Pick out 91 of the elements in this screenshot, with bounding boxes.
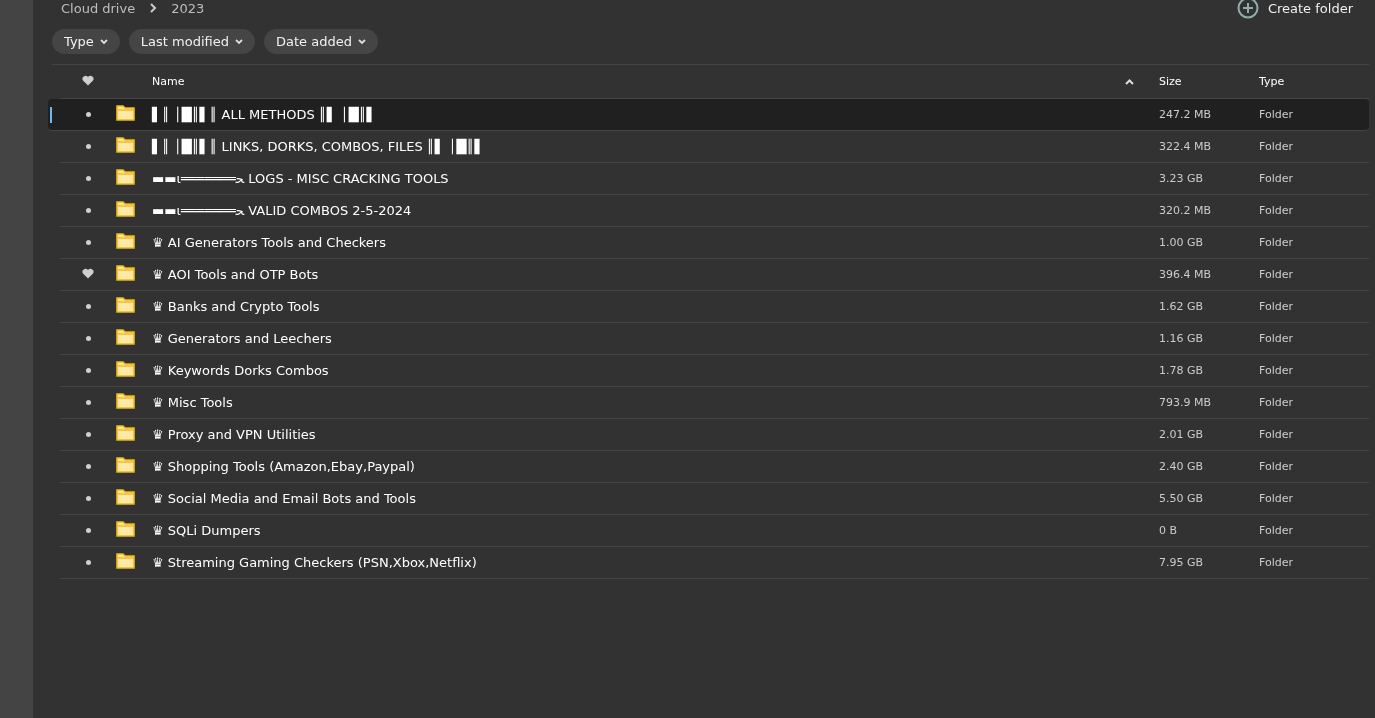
file-type: Folder	[1259, 492, 1294, 505]
file-size: 7.95 GB	[1159, 556, 1205, 569]
dot-icon[interactable]	[85, 560, 91, 565]
filter-dropdown[interactable]: Type	[52, 29, 120, 54]
folder-name[interactable]: ▬▬ι═══════ﺤ LOGS - MISC CRACKING TOOLS	[152, 171, 1125, 186]
folder-icon	[116, 393, 135, 409]
file-size: 2.01 GB	[1159, 428, 1205, 441]
breadcrumb-link[interactable]: 2023	[171, 0, 205, 16]
folder-name[interactable]: ♛ Misc Tools	[152, 395, 1125, 410]
file-type: Folder	[1259, 204, 1294, 217]
folder-name[interactable]: ▬▬ι═══════ﺤ VALID COMBOS 2-5-2024	[152, 203, 1125, 218]
folder-icon	[116, 233, 135, 249]
column-header[interactable]: Type	[1259, 75, 1369, 88]
file-type: Folder	[1259, 524, 1294, 537]
file-size: 793.9 MB	[1159, 396, 1213, 409]
file-type: Folder	[1259, 236, 1294, 249]
folder-name[interactable]: ▌║ │█║▌║ LINKS, DORKS, COMBOS, FILES ║▌ │█║▌	[152, 139, 1125, 154]
create-folder-button[interactable]: Create folder	[1236, 0, 1353, 19]
dot-icon[interactable]	[85, 304, 91, 309]
file-type: Folder	[1259, 428, 1294, 441]
caret-icon	[99, 38, 108, 45]
dot-icon[interactable]	[85, 528, 91, 533]
sort-caret-icon	[1125, 78, 1134, 85]
file-type: Folder	[1259, 460, 1294, 473]
folder-icon	[116, 425, 135, 441]
dot-icon[interactable]	[85, 112, 91, 117]
file-type: Folder	[1259, 108, 1294, 121]
folder-icon	[116, 265, 135, 281]
file-size: 1.00 GB	[1159, 236, 1205, 249]
dot-icon[interactable]	[85, 240, 91, 245]
caret-icon	[235, 38, 243, 45]
folder-name[interactable]: ♛ Banks and Crypto Tools	[152, 299, 1125, 314]
dot-icon[interactable]	[85, 400, 91, 405]
file-type: Folder	[1259, 332, 1294, 345]
folder-name[interactable]: ▌║ │█║▌║ ALL METHODS ║▌ │█║▌	[152, 107, 1125, 122]
folder-icon	[116, 169, 135, 185]
folder-icon	[116, 329, 135, 345]
folder-icon	[116, 489, 135, 505]
column-header[interactable]: Size	[1159, 75, 1259, 88]
folder-icon	[116, 137, 135, 153]
folder-icon	[116, 521, 135, 537]
dot-icon[interactable]	[85, 432, 91, 437]
breadcrumb-link[interactable]: Cloud drive	[61, 0, 136, 16]
file-size: 1.78 GB	[1159, 364, 1205, 377]
folder-name[interactable]: ♛ AOI Tools and OTP Bots	[152, 267, 1125, 282]
filter-dropdown[interactable]: Date added	[264, 29, 378, 54]
filter-dropdown[interactable]: Last modified	[128, 29, 255, 54]
file-size: 0 B	[1159, 524, 1179, 537]
folder-name[interactable]: ♛ SQLi Dumpers	[152, 523, 1125, 538]
file-size: 322.4 MB	[1159, 140, 1213, 153]
file-size: 5.50 GB	[1159, 492, 1205, 505]
caret-icon	[357, 38, 366, 45]
dot-icon[interactable]	[85, 464, 91, 469]
folder-name[interactable]: ♛ Social Media and Email Bots and Tools	[152, 491, 1125, 506]
file-type: Folder	[1259, 364, 1294, 377]
heart-icon[interactable]	[82, 267, 94, 279]
folder-name[interactable]: ♛ Proxy and VPN Utilities	[152, 427, 1125, 442]
folder-name[interactable]: ♛ Shopping Tools (Amazon,Ebay,Paypal)	[152, 459, 1125, 474]
folder-name[interactable]: ♛ Generators and Leechers	[152, 331, 1125, 346]
file-size: 320.2 MB	[1159, 204, 1213, 217]
folder-icon	[116, 105, 135, 121]
folder-icon	[116, 361, 135, 377]
file-size: 247.2 MB	[1159, 108, 1213, 121]
file-type: Folder	[1259, 268, 1294, 281]
file-size: 3.23 GB	[1159, 172, 1205, 185]
dot-icon[interactable]	[85, 496, 91, 501]
selection-indicator	[50, 107, 52, 123]
folder-icon	[116, 457, 135, 473]
file-size: 1.16 GB	[1159, 332, 1205, 345]
file-size: 2.40 GB	[1159, 460, 1205, 473]
file-type: Folder	[1259, 556, 1294, 569]
folder-icon	[116, 553, 135, 569]
file-type: Folder	[1259, 396, 1294, 409]
folder-name[interactable]: ♛ Streaming Gaming Checkers (PSN,Xbox,Netflix)	[152, 555, 1125, 570]
dot-icon[interactable]	[85, 176, 91, 181]
folder-icon	[116, 201, 135, 217]
dot-icon[interactable]	[85, 336, 91, 341]
file-size: 396.4 MB	[1159, 268, 1213, 281]
column-header[interactable]: Name	[152, 75, 1125, 88]
folder-name[interactable]: ♛ AI Generators Tools and Checkers	[152, 235, 1125, 250]
file-size: 1.62 GB	[1159, 300, 1205, 313]
folder-icon	[116, 297, 135, 313]
heart-icon	[82, 74, 94, 86]
file-type: Folder	[1259, 140, 1294, 153]
chevron-icon	[149, 3, 158, 13]
file-type: Folder	[1259, 300, 1294, 313]
dot-icon[interactable]	[85, 208, 91, 213]
file-type: Folder	[1259, 172, 1294, 185]
dot-icon[interactable]	[85, 368, 91, 373]
dot-icon[interactable]	[85, 144, 91, 149]
folder-name[interactable]: ♛ Keywords Dorks Combos	[152, 363, 1125, 378]
